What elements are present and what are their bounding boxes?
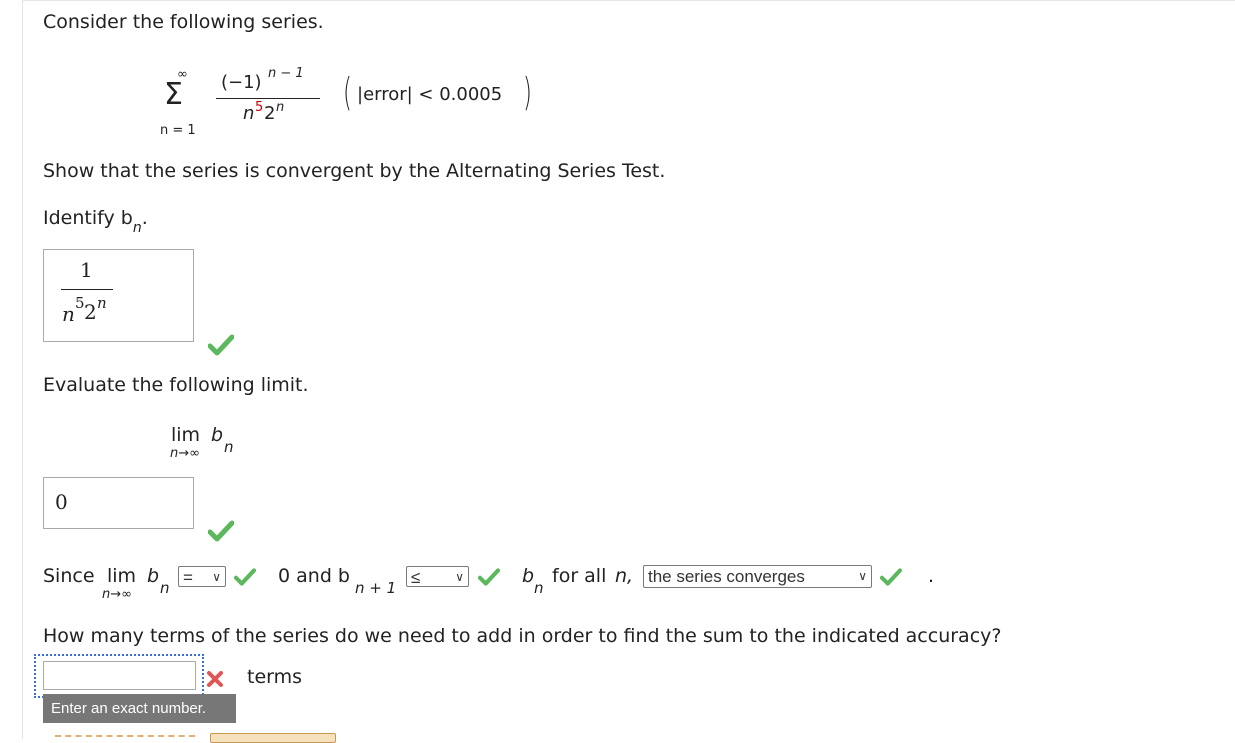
sum-symbol: Σ (164, 77, 183, 112)
terms-label: terms (247, 666, 303, 688)
top-border (22, 0, 1235, 1)
chevron-down-icon: ∨ (212, 570, 221, 584)
intro-text: Consider the following series. (43, 11, 324, 33)
correct-check-icon (234, 568, 256, 586)
correct-check-icon (208, 520, 234, 542)
correct-check-icon (208, 334, 234, 356)
left-border (22, 0, 23, 739)
paren-right: ) (523, 70, 532, 114)
bn-numerator: 1 (80, 258, 93, 282)
numerator-exp: n − 1 (268, 66, 304, 81)
conclusion-select[interactable]: the series converges ∨ (643, 565, 872, 588)
since-b: b (147, 565, 160, 587)
relation-select-1[interactable]: = ∨ (178, 566, 226, 587)
help-button[interactable] (210, 733, 336, 743)
limit-answer-value: 0 (55, 490, 68, 514)
limit-under: n→∞ (170, 446, 200, 461)
input-hint-tooltip: Enter an exact number. (43, 694, 236, 723)
bn-den-2: 2 (84, 300, 97, 324)
correct-check-icon (478, 568, 500, 586)
bn-sub: n (534, 579, 544, 597)
chevron-down-icon: ∨ (858, 569, 867, 583)
and-text: 0 and b (278, 565, 350, 587)
limit-b: b (211, 424, 224, 446)
since-sub: n (160, 579, 170, 597)
and-sub: n + 1 (355, 579, 397, 597)
error-text: |error| < 0.0005 (357, 84, 503, 105)
for-all-n: n, (615, 565, 634, 587)
relation-select-2[interactable]: ≤ ∨ (406, 566, 469, 587)
limit-lim: lim (171, 424, 201, 446)
limit-answer-box[interactable]: 0 (43, 477, 194, 529)
sum-lower: n = 1 (160, 123, 196, 138)
den-n: n (243, 103, 255, 124)
incorrect-x-icon (207, 671, 223, 687)
show-text: Show that the series is convergent by th… (43, 160, 666, 182)
bn-text: b (522, 565, 535, 587)
correct-check-icon (880, 568, 902, 586)
den-exp: n (276, 100, 285, 115)
terms-question: How many terms of the series do we need … (43, 625, 1002, 647)
bn-answer-box[interactable]: 1 n 5 2 n (43, 249, 194, 342)
since-under: n→∞ (102, 587, 132, 602)
den-2: 2 (264, 103, 276, 124)
fraction-bar (216, 98, 320, 99)
chevron-down-icon: ∨ (455, 570, 464, 584)
bn-den-n: n (62, 302, 75, 326)
bn-den-exp: n (97, 294, 107, 312)
identify-text: Identify bn. (43, 207, 148, 236)
for-all-text: for all (552, 565, 607, 587)
paren-left: ( (343, 70, 352, 114)
terms-input[interactable] (43, 661, 196, 690)
limit-sub: n (224, 438, 234, 456)
bn-fraction-bar (61, 289, 113, 290)
numerator-base: (−1) (221, 72, 262, 93)
since-lim: lim (107, 565, 137, 587)
evaluate-text: Evaluate the following limit. (43, 374, 309, 396)
next-content-hint (55, 735, 195, 741)
den-5: 5 (255, 100, 264, 115)
since-text: Since (43, 565, 95, 587)
since-period: . (928, 565, 935, 587)
